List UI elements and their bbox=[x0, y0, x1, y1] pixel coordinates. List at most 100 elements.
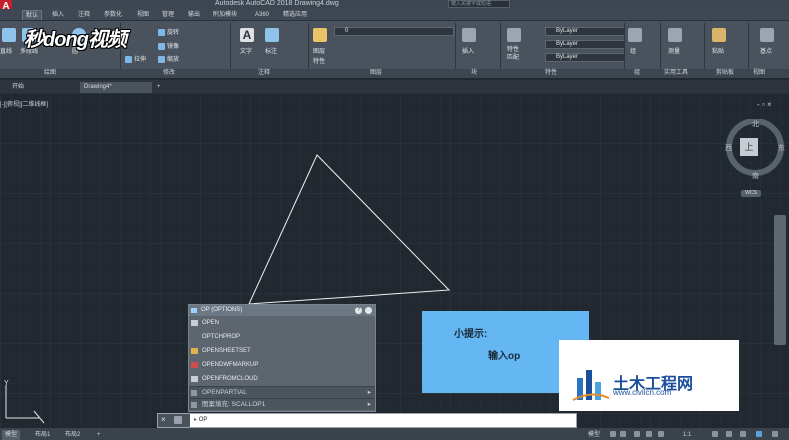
layout2-tab[interactable]: 布局2 bbox=[62, 430, 83, 440]
viewcube-west[interactable]: 西 bbox=[725, 143, 732, 153]
title-bar: Autodesk AutoCAD 2018 Drawing4.dwg 键入关键字… bbox=[0, 0, 789, 9]
match-properties-icon[interactable] bbox=[507, 28, 521, 42]
text-button[interactable]: 文字 bbox=[240, 46, 252, 55]
color-dropdown[interactable]: ByLayer bbox=[545, 27, 625, 36]
paste-button[interactable]: 粘贴 bbox=[712, 46, 724, 55]
panel-label-annotation[interactable]: 注释 bbox=[258, 69, 270, 78]
group-button[interactable]: 组 bbox=[630, 46, 636, 55]
tab-view[interactable]: 视图 bbox=[134, 10, 152, 20]
panel-label-view[interactable]: 视图 bbox=[753, 69, 765, 78]
autocomplete-item-open[interactable]: OPEN bbox=[189, 316, 375, 330]
viewport-controls[interactable]: [-][俯视][二维线框] bbox=[0, 99, 48, 108]
tab-home[interactable]: 默认 bbox=[22, 10, 43, 20]
layer-dropdown[interactable]: 0 bbox=[334, 27, 454, 36]
lineweight-dropdown[interactable]: ByLayer bbox=[545, 53, 625, 62]
command-input[interactable]: ▸ OP bbox=[190, 414, 207, 427]
site-logo: 土木工程网 www.civilcn.com bbox=[559, 340, 739, 411]
layout1-tab[interactable]: 布局1 bbox=[32, 430, 53, 440]
basepoint-button[interactable]: 基点 bbox=[760, 46, 772, 55]
close-icon[interactable]: × bbox=[161, 415, 166, 424]
annotation-scale[interactable]: 1:1 bbox=[680, 430, 694, 440]
plus-icon[interactable] bbox=[726, 431, 732, 437]
viewcube-top-face[interactable]: 上 bbox=[740, 138, 758, 156]
polar-icon[interactable] bbox=[646, 431, 652, 437]
doc-tab-drawing4[interactable]: Drawing4* bbox=[80, 82, 152, 93]
panel-label-utilities[interactable]: 实用工具 bbox=[664, 69, 688, 78]
model-tab[interactable]: 模型 bbox=[2, 430, 21, 440]
add-layout-plus-icon[interactable]: + bbox=[94, 430, 104, 440]
autocomplete-item-openpartial[interactable]: OPENPARTIAL ▸ bbox=[189, 386, 375, 398]
panel-label-group[interactable]: 组 bbox=[634, 69, 640, 78]
open-icon bbox=[191, 320, 198, 326]
search-input[interactable]: 键入关键字或短语 bbox=[448, 0, 510, 8]
osnap-icon[interactable] bbox=[658, 431, 664, 437]
ucs-y-label: Y bbox=[4, 380, 9, 387]
viewcube-south[interactable]: 南 bbox=[752, 171, 759, 181]
insert-block-icon[interactable] bbox=[462, 28, 476, 42]
line-icon[interactable] bbox=[2, 28, 16, 42]
doc-tab-start[interactable]: 开始 bbox=[8, 82, 78, 93]
basepoint-icon[interactable] bbox=[760, 28, 774, 42]
panel-label-layers[interactable]: 图层 bbox=[370, 69, 382, 78]
command-autocomplete[interactable]: OP (OPTIONS) ? OPEN OPTCHPROP OPENSHEETS… bbox=[188, 304, 376, 412]
model-space-button[interactable]: 模型 bbox=[585, 430, 603, 440]
globe-icon[interactable] bbox=[365, 307, 372, 314]
measure-icon[interactable] bbox=[668, 28, 682, 42]
layer-button[interactable]: 图层 bbox=[313, 46, 325, 55]
scale-button[interactable]: 缩放 bbox=[158, 54, 179, 63]
navigation-bar[interactable] bbox=[774, 215, 786, 345]
mirror-button[interactable]: 镜像 bbox=[158, 41, 179, 50]
dimension-icon[interactable] bbox=[265, 28, 279, 42]
autocomplete-header[interactable]: OP (OPTIONS) ? bbox=[189, 305, 375, 316]
customize-menu-icon[interactable] bbox=[772, 431, 778, 437]
viewport-window-icon[interactable]: - ▫ × bbox=[757, 100, 772, 109]
text-icon[interactable]: A bbox=[240, 28, 254, 42]
new-tab-plus-icon[interactable]: + bbox=[155, 82, 167, 93]
autocomplete-item-openfromcloud[interactable]: OPENFROMCLOUD bbox=[189, 372, 375, 386]
settings-icon[interactable] bbox=[712, 431, 718, 437]
linetype-dropdown[interactable]: ByLayer bbox=[545, 40, 625, 49]
tab-manage[interactable]: 管理 bbox=[159, 10, 177, 20]
group-icon[interactable] bbox=[628, 28, 642, 42]
paste-icon[interactable] bbox=[712, 28, 726, 42]
line-button[interactable]: 直线 bbox=[0, 46, 12, 55]
layer-properties-icon[interactable] bbox=[313, 28, 327, 42]
command-line[interactable]: × ▸ OP bbox=[157, 413, 577, 428]
tab-a360[interactable]: A360 bbox=[252, 10, 272, 20]
tab-annotate[interactable]: 注释 bbox=[75, 10, 93, 20]
isolate-icon[interactable] bbox=[740, 431, 746, 437]
viewcube-east[interactable]: 东 bbox=[778, 143, 785, 153]
autocomplete-item-opendwfmarkup[interactable]: OPENDWFMARKUP bbox=[189, 358, 375, 372]
layer-properties-button[interactable]: 特性 bbox=[313, 56, 325, 65]
panel-label-clipboard[interactable]: 剪贴板 bbox=[716, 69, 734, 78]
stretch-button[interactable]: 拉伸 bbox=[125, 54, 146, 63]
tab-addins[interactable]: 附加模块 bbox=[210, 10, 240, 20]
autocomplete-item-hatch[interactable]: 图案填充: SCALLOP1 ▸ bbox=[189, 398, 375, 410]
tab-output[interactable]: 输出 bbox=[185, 10, 203, 20]
panel-label-draw[interactable]: 绘图 bbox=[44, 69, 56, 78]
measure-button[interactable]: 测量 bbox=[668, 46, 680, 55]
panel-label-block[interactable]: 块 bbox=[471, 69, 477, 78]
document-tabs: 开始 Drawing4* + bbox=[0, 80, 789, 93]
match-properties-button[interactable]: 特性 匹配 bbox=[507, 46, 519, 62]
snap-icon[interactable] bbox=[620, 431, 626, 437]
grid-icon[interactable] bbox=[610, 431, 616, 437]
hardware-accel-icon[interactable] bbox=[756, 431, 762, 437]
ortho-icon[interactable] bbox=[634, 431, 640, 437]
dimension-button[interactable]: 标注 bbox=[265, 46, 277, 55]
tab-insert[interactable]: 插入 bbox=[49, 10, 67, 20]
viewcube-north[interactable]: 北 bbox=[752, 119, 759, 129]
wcs-menu[interactable]: WCS bbox=[741, 190, 761, 197]
wrench-icon[interactable] bbox=[174, 416, 182, 424]
tab-featured-apps[interactable]: 精选应用 bbox=[280, 10, 310, 20]
panel-label-modify[interactable]: 修改 bbox=[163, 69, 175, 78]
status-bar: 模型 布局1 布局2 + 模型 1:1 bbox=[0, 428, 789, 440]
panel-label-properties[interactable]: 特性 bbox=[545, 69, 557, 78]
help-icon[interactable]: ? bbox=[355, 307, 362, 314]
autocomplete-item-opensheetset[interactable]: OPENSHEETSET bbox=[189, 344, 375, 358]
rotate-button[interactable]: 旋转 bbox=[158, 27, 179, 36]
insert-button[interactable]: 插入 bbox=[462, 46, 474, 55]
autocomplete-item-optchprop[interactable]: OPTCHPROP bbox=[189, 330, 375, 344]
tab-parametric[interactable]: 参数化 bbox=[101, 10, 125, 20]
viewcube[interactable]: 北 南 东 西 上 WCS bbox=[722, 118, 788, 197]
